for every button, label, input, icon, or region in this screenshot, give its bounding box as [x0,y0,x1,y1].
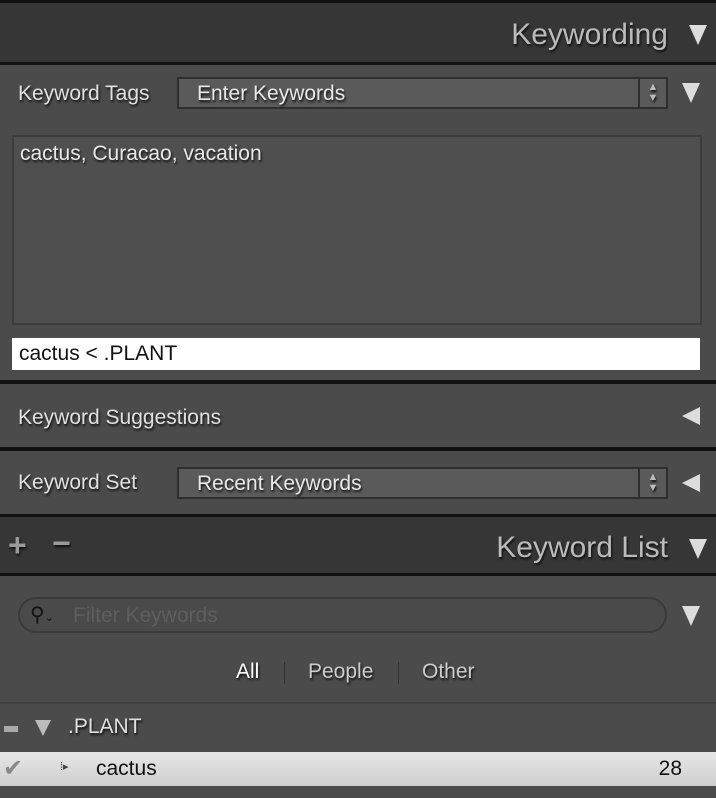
keyword-suggestions-label: Keyword Suggestions [18,406,222,429]
filter-options-triangle-icon[interactable] [682,606,700,626]
tab-other[interactable]: Other [422,660,475,684]
arrow-icon: ⁞▸ [60,761,69,773]
keyword-tags-section: Keyword Tags Enter Keywords ▲ ▼ cactus, C… [0,65,716,380]
expand-triangle-icon[interactable] [682,474,700,492]
spinner-arrows-icon: ▲ ▼ [638,469,666,497]
keyword-tags-mode-value: Enter Keywords [197,82,346,105]
keyword-name: .PLANT [68,715,142,738]
tab-divider [284,662,285,684]
keyword-set-select[interactable]: Recent Keywords ▲ ▼ [177,467,668,499]
remove-keyword-button[interactable]: − [52,525,71,562]
expand-triangle-icon[interactable] [35,720,51,736]
search-icon: ⚲⌄ [30,604,54,626]
keyword-name: cactus [96,757,157,780]
keyword-row[interactable]: ✔ ⁞▸ cactus 28 [0,752,716,786]
filter-placeholder: Filter Keywords [73,604,218,627]
keyword-tags-mode-select[interactable]: Enter Keywords ▲ ▼ [177,77,668,109]
minus-icon [4,726,18,732]
filter-keywords-input[interactable]: ⚲⌄ Filter Keywords [18,597,667,633]
keyword-tags-menu-triangle-icon[interactable] [682,83,700,103]
keyword-set-label: Keyword Set [18,471,138,494]
expand-triangle-icon[interactable] [682,407,700,425]
keywords-text: cactus, Curacao, vacation [20,142,262,165]
keyword-list-title: Keyword List [496,531,668,564]
collapse-triangle-icon[interactable] [689,539,707,559]
add-keyword-input[interactable]: cactus < .PLANT [12,338,700,370]
keywording-header[interactable]: Keywording [0,3,716,62]
spinner-arrows-icon: ▲ ▼ [638,79,666,107]
keyword-parent-row[interactable]: .PLANT [0,712,716,744]
keywords-textarea[interactable]: cactus, Curacao, vacation [12,135,702,325]
collapse-triangle-icon[interactable] [689,25,707,45]
keyword-tags-label: Keyword Tags [18,82,150,105]
keywording-title: Keywording [511,18,668,51]
divider [0,702,716,704]
keyword-set-value: Recent Keywords [197,472,362,495]
keyword-suggestions-section[interactable]: Keyword Suggestions [0,384,716,447]
add-keyword-button[interactable]: + [8,527,27,564]
tab-all[interactable]: All [236,660,259,684]
keyword-set-section: Keyword Set Recent Keywords ▲ ▼ [0,451,716,514]
keyword-list-header[interactable]: + − Keyword List [0,517,716,573]
tab-people[interactable]: People [308,660,373,684]
add-keyword-input-value: cactus < .PLANT [19,342,178,365]
checkmark-icon[interactable]: ✔ [3,754,23,783]
keyword-list-body: ⚲⌄ Filter Keywords All People Other .PLA… [0,576,716,798]
tab-divider [398,662,399,684]
keyword-count: 28 [658,757,682,780]
